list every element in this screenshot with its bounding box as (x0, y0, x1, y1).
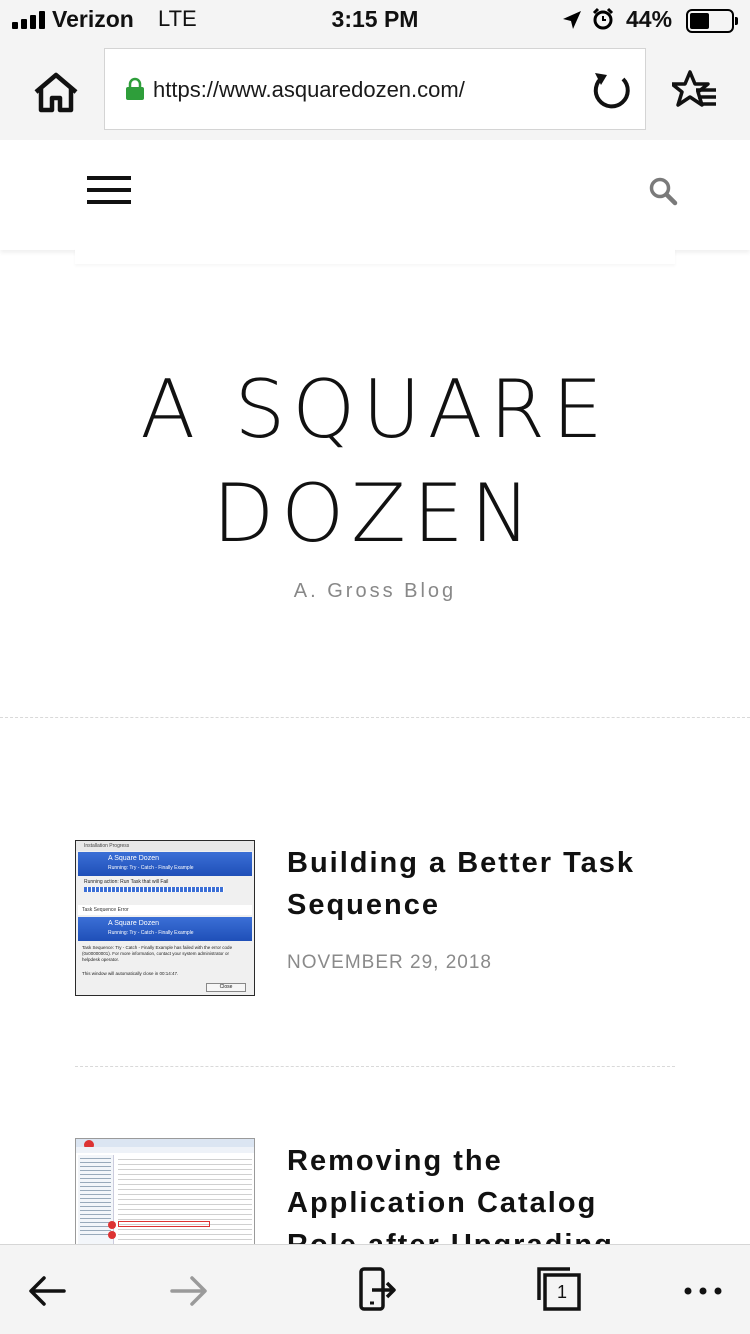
site-title-line2: DOZEN (212, 467, 538, 560)
post-item: Removing the Application Catalog Role af… (75, 1138, 675, 1244)
thumb-banner: A Square Dozen Running: Try - Catch - Fi… (78, 852, 252, 876)
thumb-close-button: Close (206, 983, 246, 992)
thumb-marker (108, 1221, 116, 1229)
thumb-close-note: This window will automatically close in … (82, 971, 179, 976)
alarm-clock-icon (592, 7, 614, 30)
battery-percent: 44% (626, 6, 673, 32)
thumb-error-banner-subtitle: Running: Try - Catch - Finally Example (108, 930, 194, 936)
menu-icon[interactable] (87, 174, 131, 208)
thumb-error-text: Task Sequence: Try - Catch - Finally Exa… (82, 945, 233, 962)
thumb-banner-title: A Square Dozen (108, 855, 159, 862)
search-icon[interactable] (648, 176, 678, 206)
site-tagline: A. Gross Blog (293, 580, 457, 602)
browser-toolbar: https://www.asquaredozen.com/ (0, 40, 750, 140)
thumb-marker (108, 1231, 116, 1239)
forward-arrow-icon[interactable] (166, 1268, 212, 1314)
more-icon[interactable] (680, 1268, 726, 1314)
thumb-error-banner-title: A Square Dozen (108, 920, 159, 927)
tab-count: 1 (556, 1282, 567, 1302)
thumb-ribbon (76, 1147, 254, 1153)
reload-icon[interactable] (589, 69, 633, 113)
post-divider (75, 1066, 675, 1067)
lock-icon (126, 77, 144, 100)
url-text[interactable]: https://www.asquaredozen.com/ (153, 77, 465, 103)
share-icon[interactable] (352, 1266, 398, 1312)
thumb-error-banner: A Square Dozen Running: Try - Catch - Fi… (78, 917, 252, 941)
thumb-titlebar (76, 1139, 254, 1147)
thumb-progress-bar (84, 887, 224, 892)
post-title[interactable]: Removing the Application Catalog Role af… (287, 1140, 675, 1244)
favorites-star-icon[interactable] (672, 68, 718, 114)
post-thumbnail[interactable]: Installation Progress A Square Dozen Run… (75, 840, 255, 996)
hero-divider (0, 717, 750, 718)
status-bar: Verizon LTE 3:15 PM 44% (0, 0, 750, 40)
thumb-highlight (118, 1221, 210, 1227)
thumb-caption: Installation Progress (76, 841, 254, 851)
thumb-nav-pane (78, 1155, 114, 1244)
location-arrow-icon (563, 11, 581, 29)
back-arrow-icon[interactable] (24, 1268, 70, 1314)
site-title[interactable]: A SQUARE DOZEN (60, 358, 690, 566)
thumb-error-caption: Task Sequence Error (78, 905, 252, 915)
battery-icon (686, 9, 738, 33)
site-title-line1: A SQUARE (140, 363, 610, 456)
thumb-grid (116, 1155, 254, 1244)
post-thumbnail[interactable] (75, 1138, 255, 1244)
post-date: NOVEMBER 29, 2018 (287, 952, 492, 973)
address-bar[interactable]: https://www.asquaredozen.com/ (104, 48, 646, 130)
post-item: Installation Progress A Square Dozen Run… (75, 840, 675, 1000)
thumb-running-action: Running action: Run Task that will Fail (84, 879, 169, 885)
home-icon[interactable] (30, 70, 82, 114)
thumb-error-message: Task Sequence: Try - Catch - Finally Exa… (82, 945, 248, 977)
thumb-banner-subtitle: Running: Try - Catch - Finally Example (108, 865, 194, 871)
post-title[interactable]: Building a Better Task Sequence (287, 842, 675, 926)
header-strip (75, 248, 675, 264)
